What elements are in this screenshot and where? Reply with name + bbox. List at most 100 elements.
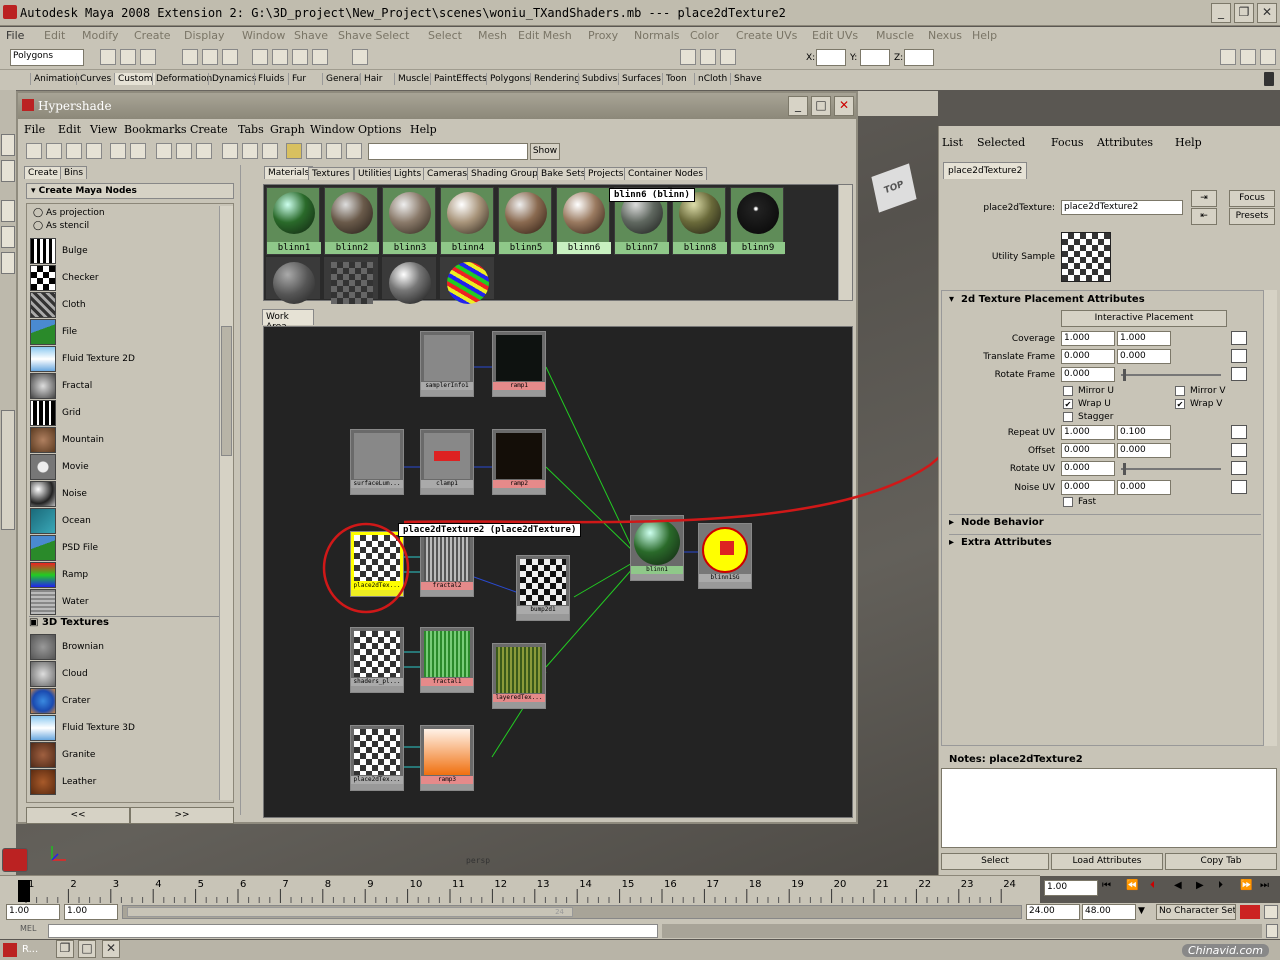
map-button-translate[interactable] <box>1231 349 1247 363</box>
offset-v-field[interactable]: 0.000 <box>1117 443 1171 458</box>
snap-grid-icon[interactable] <box>252 49 268 65</box>
ae-scrollbar[interactable] <box>1263 290 1277 746</box>
layout-icon-1[interactable] <box>46 143 62 159</box>
tab-textures[interactable]: Textures <box>308 167 354 180</box>
layout-icon[interactable] <box>1 410 15 530</box>
step-forward-icon[interactable]: ⏵ <box>1218 880 1223 891</box>
material-gray[interactable] <box>266 257 320 304</box>
range-start-field[interactable]: 1.00 <box>64 904 118 920</box>
tab-projects[interactable]: Projects <box>584 167 628 180</box>
hs-maximize-button[interactable]: □ <box>811 96 831 116</box>
node-list-scrollbar[interactable] <box>219 206 233 800</box>
mirror-u-checkbox[interactable] <box>1063 386 1073 396</box>
map-button-rotate-uv[interactable] <box>1231 461 1247 475</box>
close-button[interactable]: ✕ <box>1257 3 1277 23</box>
shelf-tab-custom[interactable]: Custom <box>114 73 156 85</box>
current-time-field[interactable]: 1.00 <box>1044 880 1098 896</box>
menu-select[interactable]: Select <box>428 29 462 42</box>
map-button-noise[interactable] <box>1231 480 1247 494</box>
repeat-u-field[interactable]: 1.000 <box>1061 425 1115 440</box>
list-item-cloth[interactable]: Cloth <box>30 292 210 318</box>
menu-edit-mesh[interactable]: Edit Mesh <box>518 29 572 42</box>
graph-input-icon[interactable] <box>222 143 238 159</box>
history-icon[interactable] <box>352 49 368 65</box>
noise-v-field[interactable]: 0.000 <box>1117 480 1171 495</box>
list-item-granite[interactable]: Granite <box>30 742 210 768</box>
input-connections-icon[interactable]: ⇥ <box>1191 190 1217 207</box>
tab-bins[interactable]: Bins <box>60 166 88 179</box>
maximize-button[interactable]: ❐ <box>1234 3 1254 23</box>
shelf-tab-dynamics[interactable]: Dynamics <box>208 73 259 85</box>
node-clamp1[interactable]: clamp1 <box>420 429 474 495</box>
save-scene-icon[interactable] <box>140 49 156 65</box>
menu-modify[interactable]: Modify <box>82 29 118 42</box>
character-set-field[interactable]: No Character Set <box>1156 904 1236 920</box>
copy-tab-button[interactable]: Copy Tab <box>1165 853 1277 870</box>
rotate-tool-icon[interactable] <box>1 226 15 248</box>
shelf-tab-muscle[interactable]: Muscle <box>394 73 432 85</box>
map-button-repeat[interactable] <box>1231 425 1247 439</box>
tab-work-area[interactable]: Work Area <box>262 309 314 332</box>
node-fractal1[interactable]: fractal1 <box>420 627 474 693</box>
step-back-key-icon[interactable]: ⏪ <box>1126 880 1138 891</box>
scale-tool-icon[interactable] <box>1 252 15 274</box>
list-item-checker[interactable]: Checker <box>30 265 210 291</box>
layout-icon-3[interactable] <box>86 143 102 159</box>
start-time-field[interactable]: 1.00 <box>6 904 60 920</box>
hs-menu-options[interactable]: Options <box>358 123 401 136</box>
select-tool-icon[interactable] <box>1 134 15 156</box>
select-hierarchy-icon[interactable] <box>182 49 198 65</box>
list-item-file[interactable]: File <box>30 319 210 345</box>
arrow-right-icon[interactable] <box>130 143 146 159</box>
material-blinn1[interactable]: blinn1 <box>266 187 321 255</box>
tab-cameras[interactable]: Cameras <box>423 167 472 180</box>
end-time-field[interactable]: 48.00 <box>1082 904 1136 920</box>
tab-create[interactable]: Create <box>24 166 62 179</box>
shelf-tab-animation[interactable]: Animation <box>30 73 83 85</box>
material-rainbow[interactable] <box>440 257 494 304</box>
go-start-icon[interactable]: ⏮ <box>1102 880 1111 891</box>
hs-menu-file[interactable]: File <box>24 123 45 136</box>
ae-menu-selected[interactable]: Selected <box>977 136 1025 149</box>
shelf-tab-rendering[interactable]: Rendering <box>530 73 583 85</box>
material-blinn5[interactable]: blinn5 <box>498 187 553 255</box>
menu-shave-select[interactable]: Shave Select <box>338 29 409 42</box>
x-field[interactable] <box>816 49 846 66</box>
view-icon-4[interactable] <box>346 143 362 159</box>
list-item-mountain[interactable]: Mountain <box>30 427 210 453</box>
graph-icon-2[interactable] <box>196 143 212 159</box>
material-blinn9[interactable]: blinn9 <box>730 187 785 255</box>
repeat-v-field[interactable]: 0.100 <box>1117 425 1171 440</box>
menu-create[interactable]: Create <box>134 29 171 42</box>
shelf-tab-surfaces[interactable]: Surfaces <box>618 73 664 85</box>
menu-help[interactable]: Help <box>972 29 997 42</box>
arrow-left-icon[interactable] <box>110 143 126 159</box>
menu-window[interactable]: Window <box>242 29 285 42</box>
hypershade-title-bar[interactable]: Hypershade _ □ ✕ <box>18 93 856 119</box>
notes-field[interactable] <box>941 768 1277 848</box>
node-place2dtexture2[interactable]: place2dTex... <box>350 725 404 791</box>
menu-display[interactable]: Display <box>184 29 225 42</box>
tool-settings-icon[interactable] <box>1240 49 1256 65</box>
list-item-brownian[interactable]: Brownian <box>30 634 210 660</box>
list-item-grid[interactable]: Grid <box>30 400 210 426</box>
shelf-tab-deformation[interactable]: Deformation <box>152 73 215 85</box>
hs-menu-window[interactable]: Window <box>310 123 355 136</box>
list-item-ramp[interactable]: Ramp <box>30 562 210 588</box>
list-item-bulge[interactable]: Bulge <box>30 238 210 264</box>
menu-muscle[interactable]: Muscle <box>876 29 914 42</box>
node-sampler-info[interactable]: samplerInfo1 <box>420 331 474 397</box>
menu-mesh[interactable]: Mesh <box>478 29 507 42</box>
shelf-tab-hair[interactable]: Hair <box>360 73 385 85</box>
map-button-coverage[interactable] <box>1231 331 1247 345</box>
fast-checkbox[interactable] <box>1063 497 1073 507</box>
shelf-tab-ncloth[interactable]: nCloth <box>694 73 730 85</box>
tab-container-nodes[interactable]: Container Nodes <box>624 167 708 180</box>
toggle-create-bar-icon[interactable] <box>26 143 42 159</box>
list-item-leather[interactable]: Leather <box>30 769 210 795</box>
output-connections-icon[interactable]: ⇤ <box>1191 208 1217 225</box>
mirror-v-checkbox[interactable] <box>1175 386 1185 396</box>
trash-icon[interactable] <box>1264 72 1274 86</box>
panel-splitter[interactable] <box>240 165 254 815</box>
section-2d-placement[interactable]: ▾ 2d Texture Placement Attributes <box>949 294 1145 305</box>
